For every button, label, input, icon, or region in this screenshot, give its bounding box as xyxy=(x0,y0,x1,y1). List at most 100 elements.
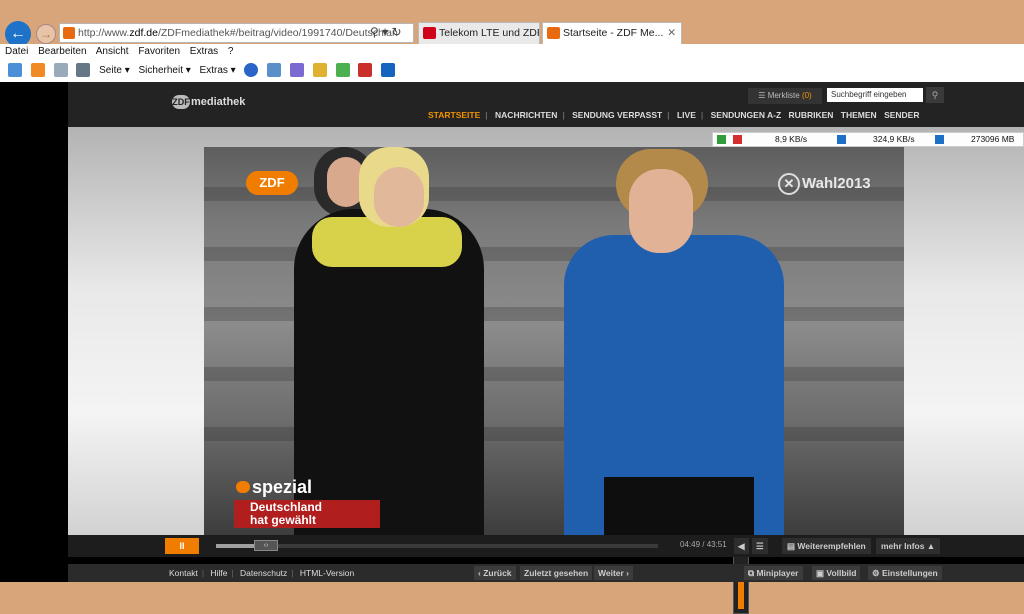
mail-icon[interactable] xyxy=(53,63,68,78)
settings-sliders-button[interactable]: ☰ xyxy=(752,538,768,554)
mehr-infos-button[interactable]: mehr Infos ▲ xyxy=(876,538,941,554)
nav-sendung-verpasst[interactable]: SENDUNG VERPASST xyxy=(572,110,662,120)
weiterempfehlen-button[interactable]: ▤ Weiterempfehlen xyxy=(782,538,871,554)
search-button[interactable]: ⚲ xyxy=(926,87,944,103)
nav-nachrichten[interactable]: NACHRICHTEN xyxy=(495,110,557,120)
network-meter: 8,9 KB/s 324,9 KB/s 273096 MB xyxy=(712,132,1024,147)
footer-link-html-version[interactable]: HTML-Version xyxy=(300,568,354,578)
list-icon: ☰ xyxy=(758,91,766,100)
tab-telekom[interactable]: Telekom LTE und ZDF ... xyxy=(418,22,540,44)
search-icon[interactable]: ⚲ xyxy=(370,25,379,39)
command-bar: Seite ▾ Sicherheit ▾ Extras ▾ xyxy=(0,60,1024,82)
address-bar[interactable]: http://www.zdf.de/ZDFmediathek#/beitrag/… xyxy=(59,23,414,43)
vollbild-label: Vollbild xyxy=(826,568,857,578)
page: ZDFmediathek ☰ Merkliste (0) Suchbegriff… xyxy=(0,82,1024,614)
sliders-icon: ☰ xyxy=(756,541,764,551)
person-face xyxy=(374,167,424,227)
weiter-button[interactable]: Weiter › xyxy=(594,566,634,580)
zurueck-button[interactable]: ‹ Zurück xyxy=(474,566,516,580)
share-icon: ▤ xyxy=(787,541,796,551)
sicherheit-menu[interactable]: Sicherheit ▾ xyxy=(139,65,191,76)
dark-trousers xyxy=(604,477,754,540)
spezial-label: spezial xyxy=(252,477,313,497)
site-footer: Kontakt | Hilfe | Datenschutz | HTML-Versio… xyxy=(68,564,1024,582)
vollbild-button[interactable]: ▣ Vollbild xyxy=(812,566,861,580)
miniplayer-label: Miniplayer xyxy=(756,568,799,578)
addon-4-icon[interactable] xyxy=(335,63,350,78)
close-tab-icon[interactable]: ✕ xyxy=(667,23,676,43)
menu-help[interactable]: ? xyxy=(228,46,234,57)
refresh-icon[interactable]: ↻ xyxy=(392,25,402,39)
browser-chrome: ← → http://www.zdf.de/ZDFmediathek#/beit… xyxy=(0,0,1024,82)
miniplayer-button[interactable]: ⧉ Miniplayer xyxy=(744,566,803,580)
footer-link-hilfe[interactable]: Hilfe xyxy=(210,568,227,578)
download-rate: 8,9 KB/s xyxy=(775,134,808,144)
volume-slider[interactable] xyxy=(733,550,749,614)
tab-label: Telekom LTE und ZDF ... xyxy=(439,27,539,39)
main-nav: STARTSEITE | NACHRICHTEN | SENDUNG VERPASS… xyxy=(428,110,920,120)
pause-button[interactable]: II xyxy=(165,538,199,554)
search-icon: ⚲ xyxy=(931,90,939,100)
wahl-label: Wahl2013 xyxy=(802,174,871,192)
seite-menu[interactable]: Seite ▾ xyxy=(99,65,130,76)
menu-bearbeiten[interactable]: Bearbeiten xyxy=(38,46,86,57)
footer-link-datenschutz[interactable]: Datenschutz xyxy=(240,568,287,578)
nav-rubriken[interactable]: RUBRIKEN xyxy=(789,110,834,120)
home-icon[interactable] xyxy=(8,63,22,78)
site-favicon-icon xyxy=(63,27,75,39)
search-input[interactable]: Suchbegriff eingeben xyxy=(827,88,923,102)
time-display: 04:49 / 43:51 xyxy=(680,540,727,549)
progress-handle[interactable]: ‹› xyxy=(254,540,278,551)
title-bar xyxy=(0,0,1024,20)
upload-rate: 324,9 KB/s xyxy=(873,134,915,144)
caption-box: Deutschland hat gewählt xyxy=(234,500,380,528)
address-tools: ⚲ ▾ ↻ xyxy=(370,23,414,43)
addon-2-icon[interactable] xyxy=(290,63,305,78)
extras-menu[interactable]: Extras ▾ xyxy=(200,65,236,76)
video-frame[interactable]: ZDF ✕ Wahl2013 spezial Deutschland hat ge… xyxy=(204,147,904,540)
addon-3-icon[interactable] xyxy=(312,63,327,78)
addon-1-icon[interactable] xyxy=(267,63,282,78)
merkliste-button[interactable]: ☰ Merkliste (0) xyxy=(748,88,822,104)
site-header: ZDFmediathek ☰ Merkliste (0) Suchbegriff… xyxy=(68,82,1024,127)
menu-extras[interactable]: Extras xyxy=(190,46,218,57)
progress-track[interactable]: ‹› xyxy=(216,540,658,551)
nav-sendungen-a-z[interactable]: SENDUNGEN A-Z xyxy=(711,110,782,120)
network-out-icon xyxy=(733,135,742,144)
nav-sender[interactable]: SENDER xyxy=(884,110,919,120)
person-face xyxy=(629,169,693,253)
forward-button[interactable]: → xyxy=(36,24,56,44)
spezial-title: spezial xyxy=(234,477,384,498)
fullscreen-icon: ▣ xyxy=(816,568,825,578)
menu-datei[interactable]: Datei xyxy=(5,46,28,57)
mute-button[interactable]: ◀ xyxy=(734,538,749,554)
footer-link-kontakt[interactable]: Kontakt xyxy=(169,568,198,578)
menu-favoriten[interactable]: Favoriten xyxy=(138,46,180,57)
address-prefix: http://www. xyxy=(78,27,130,39)
total-traffic: 273096 MB xyxy=(971,134,1015,144)
nav-startseite[interactable]: STARTSEITE xyxy=(428,110,480,120)
nav-themen[interactable]: THEMEN xyxy=(841,110,877,120)
tab-zdf-mediathek[interactable]: Startseite - ZDF Me... ✕ xyxy=(542,22,682,44)
menu-ansicht[interactable]: Ansicht xyxy=(96,46,129,57)
bluetooth-icon[interactable] xyxy=(381,63,396,78)
zdf-mediathek-logo[interactable]: ZDFmediathek xyxy=(172,95,245,109)
zuletzt-gesehen-button[interactable]: Zuletzt gesehen xyxy=(520,566,593,580)
wahl2013-badge: ✕ Wahl2013 xyxy=(778,173,871,195)
gear-icon: ⚙ xyxy=(872,568,880,578)
help-icon[interactable] xyxy=(244,63,259,78)
feeds-icon[interactable] xyxy=(30,63,45,78)
spezial-caption: spezial Deutschland hat gewählt xyxy=(234,477,384,528)
zdf-dot-icon xyxy=(236,481,250,493)
print-icon[interactable] xyxy=(76,63,91,78)
merkliste-label: Merkliste xyxy=(767,91,800,100)
einstellungen-button[interactable]: ⚙ Einstellungen xyxy=(868,566,942,580)
einstellungen-label: Einstellungen xyxy=(882,568,938,578)
zdf-favicon-icon xyxy=(547,27,560,39)
menu-bar: Datei Bearbeiten Ansicht Favoriten Extra… xyxy=(0,44,1024,60)
addon-5-icon[interactable] xyxy=(358,63,373,78)
logo-text: mediathek xyxy=(191,96,246,108)
footer-links: Kontakt | Hilfe | Datenschutz | HTML-Versio… xyxy=(169,568,355,578)
nav-live[interactable]: LIVE xyxy=(677,110,696,120)
dropdown-icon[interactable]: ▾ xyxy=(382,25,388,39)
